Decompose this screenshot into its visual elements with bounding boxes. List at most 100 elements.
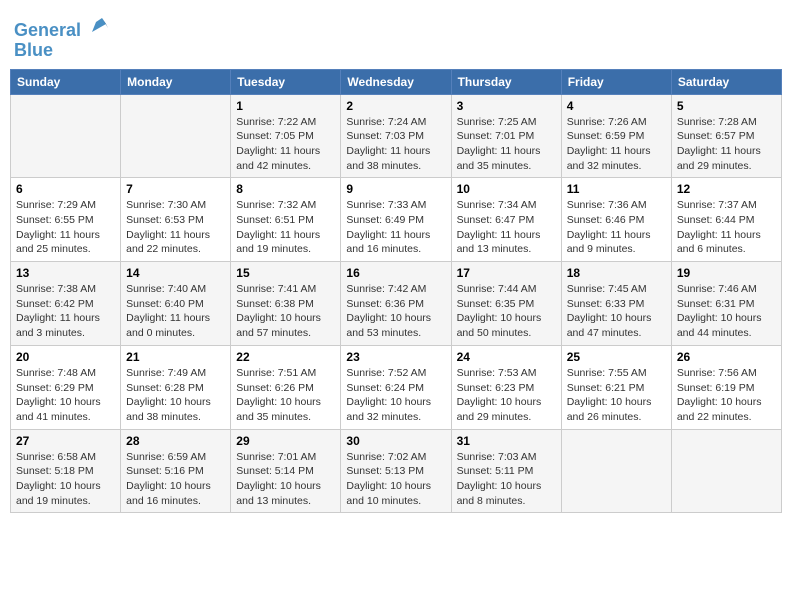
day-number: 11 xyxy=(567,182,666,196)
calendar-cell: 27Sunrise: 6:58 AMSunset: 5:18 PMDayligh… xyxy=(11,429,121,513)
header-row: SundayMondayTuesdayWednesdayThursdayFrid… xyxy=(11,69,782,94)
day-number: 17 xyxy=(457,266,556,280)
day-number: 2 xyxy=(346,99,445,113)
day-info: Sunrise: 7:45 AMSunset: 6:33 PMDaylight:… xyxy=(567,282,666,341)
day-info: Sunrise: 7:33 AMSunset: 6:49 PMDaylight:… xyxy=(346,198,445,257)
day-number: 16 xyxy=(346,266,445,280)
day-info: Sunrise: 7:48 AMSunset: 6:29 PMDaylight:… xyxy=(16,366,115,425)
calendar-cell: 24 Sunrise: 7:53 AMSunset: 6:23 PMDayligh… xyxy=(451,345,561,429)
day-number: 21 xyxy=(126,350,225,364)
calendar-cell: 28Sunrise: 6:59 AMSunset: 5:16 PMDayligh… xyxy=(121,429,231,513)
calendar-cell: 31Sunrise: 7:03 AMSunset: 5:11 PMDayligh… xyxy=(451,429,561,513)
day-info: Sunrise: 7:02 AMSunset: 5:13 PMDaylight:… xyxy=(346,450,445,509)
calendar-cell: 1 Sunrise: 7:22 AMSunset: 7:05 PMDaylight… xyxy=(231,94,341,178)
day-info: Sunrise: 7:53 AMSunset: 6:23 PMDaylight:… xyxy=(457,366,556,425)
day-number: 19 xyxy=(677,266,776,280)
calendar-table: SundayMondayTuesdayWednesdayThursdayFrid… xyxy=(10,69,782,514)
day-number: 14 xyxy=(126,266,225,280)
day-info: Sunrise: 7:25 AMSunset: 7:01 PMDaylight:… xyxy=(457,115,556,174)
day-info: Sunrise: 7:32 AMSunset: 6:51 PMDaylight:… xyxy=(236,198,335,257)
day-number: 12 xyxy=(677,182,776,196)
day-info: Sunrise: 7:46 AMSunset: 6:31 PMDaylight:… xyxy=(677,282,776,341)
day-number: 10 xyxy=(457,182,556,196)
day-info: Sunrise: 7:22 AMSunset: 7:05 PMDaylight:… xyxy=(236,115,335,174)
calendar-cell xyxy=(11,94,121,178)
day-number: 15 xyxy=(236,266,335,280)
day-number: 18 xyxy=(567,266,666,280)
calendar-cell: 26Sunrise: 7:56 AMSunset: 6:19 PMDayligh… xyxy=(671,345,781,429)
calendar-cell: 13 Sunrise: 7:38 AMSunset: 6:42 PMDayligh… xyxy=(11,262,121,346)
day-info: Sunrise: 7:52 AMSunset: 6:24 PMDaylight:… xyxy=(346,366,445,425)
calendar-header: SundayMondayTuesdayWednesdayThursdayFrid… xyxy=(11,69,782,94)
logo-icon xyxy=(88,14,110,36)
day-info: Sunrise: 7:36 AMSunset: 6:46 PMDaylight:… xyxy=(567,198,666,257)
calendar-cell: 23 Sunrise: 7:52 AMSunset: 6:24 PMDayligh… xyxy=(341,345,451,429)
calendar-cell: 16 Sunrise: 7:42 AMSunset: 6:36 PMDayligh… xyxy=(341,262,451,346)
day-number: 23 xyxy=(346,350,445,364)
day-number: 4 xyxy=(567,99,666,113)
day-number: 7 xyxy=(126,182,225,196)
weekday-header: Saturday xyxy=(671,69,781,94)
day-number: 28 xyxy=(126,434,225,448)
logo-text: General Blue xyxy=(14,14,110,61)
calendar-cell: 9 Sunrise: 7:33 AMSunset: 6:49 PMDaylight… xyxy=(341,178,451,262)
calendar-week-row: 27Sunrise: 6:58 AMSunset: 5:18 PMDayligh… xyxy=(11,429,782,513)
day-number: 20 xyxy=(16,350,115,364)
day-info: Sunrise: 7:42 AMSunset: 6:36 PMDaylight:… xyxy=(346,282,445,341)
calendar-cell: 17 Sunrise: 7:44 AMSunset: 6:35 PMDayligh… xyxy=(451,262,561,346)
day-info: Sunrise: 7:30 AMSunset: 6:53 PMDaylight:… xyxy=(126,198,225,257)
calendar-cell: 6 Sunrise: 7:29 AMSunset: 6:55 PMDaylight… xyxy=(11,178,121,262)
day-info: Sunrise: 7:34 AMSunset: 6:47 PMDaylight:… xyxy=(457,198,556,257)
day-info: Sunrise: 7:51 AMSunset: 6:26 PMDaylight:… xyxy=(236,366,335,425)
calendar-cell: 25Sunrise: 7:55 AMSunset: 6:21 PMDayligh… xyxy=(561,345,671,429)
weekday-header: Sunday xyxy=(11,69,121,94)
day-number: 6 xyxy=(16,182,115,196)
day-info: Sunrise: 7:29 AMSunset: 6:55 PMDaylight:… xyxy=(16,198,115,257)
day-number: 1 xyxy=(236,99,335,113)
day-number: 9 xyxy=(346,182,445,196)
day-info: Sunrise: 7:41 AMSunset: 6:38 PMDaylight:… xyxy=(236,282,335,341)
calendar-cell: 19 Sunrise: 7:46 AMSunset: 6:31 PMDayligh… xyxy=(671,262,781,346)
calendar-cell: 15 Sunrise: 7:41 AMSunset: 6:38 PMDayligh… xyxy=(231,262,341,346)
day-info: Sunrise: 7:37 AMSunset: 6:44 PMDaylight:… xyxy=(677,198,776,257)
day-info: Sunrise: 6:58 AMSunset: 5:18 PMDaylight:… xyxy=(16,450,115,509)
page-header: General Blue xyxy=(10,10,782,61)
day-info: Sunrise: 7:49 AMSunset: 6:28 PMDaylight:… xyxy=(126,366,225,425)
day-info: Sunrise: 7:44 AMSunset: 6:35 PMDaylight:… xyxy=(457,282,556,341)
calendar-week-row: 13 Sunrise: 7:38 AMSunset: 6:42 PMDayligh… xyxy=(11,262,782,346)
calendar-cell: 2 Sunrise: 7:24 AMSunset: 7:03 PMDaylight… xyxy=(341,94,451,178)
calendar-cell xyxy=(561,429,671,513)
weekday-header: Friday xyxy=(561,69,671,94)
day-info: Sunrise: 7:01 AMSunset: 5:14 PMDaylight:… xyxy=(236,450,335,509)
calendar-cell: 7 Sunrise: 7:30 AMSunset: 6:53 PMDaylight… xyxy=(121,178,231,262)
calendar-cell: 4Sunrise: 7:26 AMSunset: 6:59 PMDaylight… xyxy=(561,94,671,178)
day-number: 29 xyxy=(236,434,335,448)
calendar-cell xyxy=(121,94,231,178)
day-number: 13 xyxy=(16,266,115,280)
day-number: 3 xyxy=(457,99,556,113)
day-number: 8 xyxy=(236,182,335,196)
calendar-cell: 22 Sunrise: 7:51 AMSunset: 6:26 PMDayligh… xyxy=(231,345,341,429)
day-number: 22 xyxy=(236,350,335,364)
calendar-week-row: 20 Sunrise: 7:48 AMSunset: 6:29 PMDayligh… xyxy=(11,345,782,429)
calendar-week-row: 1 Sunrise: 7:22 AMSunset: 7:05 PMDaylight… xyxy=(11,94,782,178)
calendar-cell xyxy=(671,429,781,513)
calendar-cell: 21 Sunrise: 7:49 AMSunset: 6:28 PMDayligh… xyxy=(121,345,231,429)
weekday-header: Wednesday xyxy=(341,69,451,94)
day-info: Sunrise: 7:38 AMSunset: 6:42 PMDaylight:… xyxy=(16,282,115,341)
calendar-cell: 29 Sunrise: 7:01 AMSunset: 5:14 PMDayligh… xyxy=(231,429,341,513)
day-info: Sunrise: 7:03 AMSunset: 5:11 PMDaylight:… xyxy=(457,450,556,509)
calendar-week-row: 6 Sunrise: 7:29 AMSunset: 6:55 PMDaylight… xyxy=(11,178,782,262)
day-info: Sunrise: 7:24 AMSunset: 7:03 PMDaylight:… xyxy=(346,115,445,174)
calendar-cell: 5Sunrise: 7:28 AMSunset: 6:57 PMDaylight… xyxy=(671,94,781,178)
calendar-cell: 10 Sunrise: 7:34 AMSunset: 6:47 PMDayligh… xyxy=(451,178,561,262)
day-number: 24 xyxy=(457,350,556,364)
calendar-cell: 3 Sunrise: 7:25 AMSunset: 7:01 PMDaylight… xyxy=(451,94,561,178)
weekday-header: Tuesday xyxy=(231,69,341,94)
calendar-cell: 12 Sunrise: 7:37 AMSunset: 6:44 PMDayligh… xyxy=(671,178,781,262)
day-info: Sunrise: 7:55 AMSunset: 6:21 PMDaylight:… xyxy=(567,366,666,425)
calendar-cell: 11 Sunrise: 7:36 AMSunset: 6:46 PMDayligh… xyxy=(561,178,671,262)
calendar-cell: 14Sunrise: 7:40 AMSunset: 6:40 PMDayligh… xyxy=(121,262,231,346)
day-info: Sunrise: 7:56 AMSunset: 6:19 PMDaylight:… xyxy=(677,366,776,425)
calendar-cell: 8 Sunrise: 7:32 AMSunset: 6:51 PMDaylight… xyxy=(231,178,341,262)
